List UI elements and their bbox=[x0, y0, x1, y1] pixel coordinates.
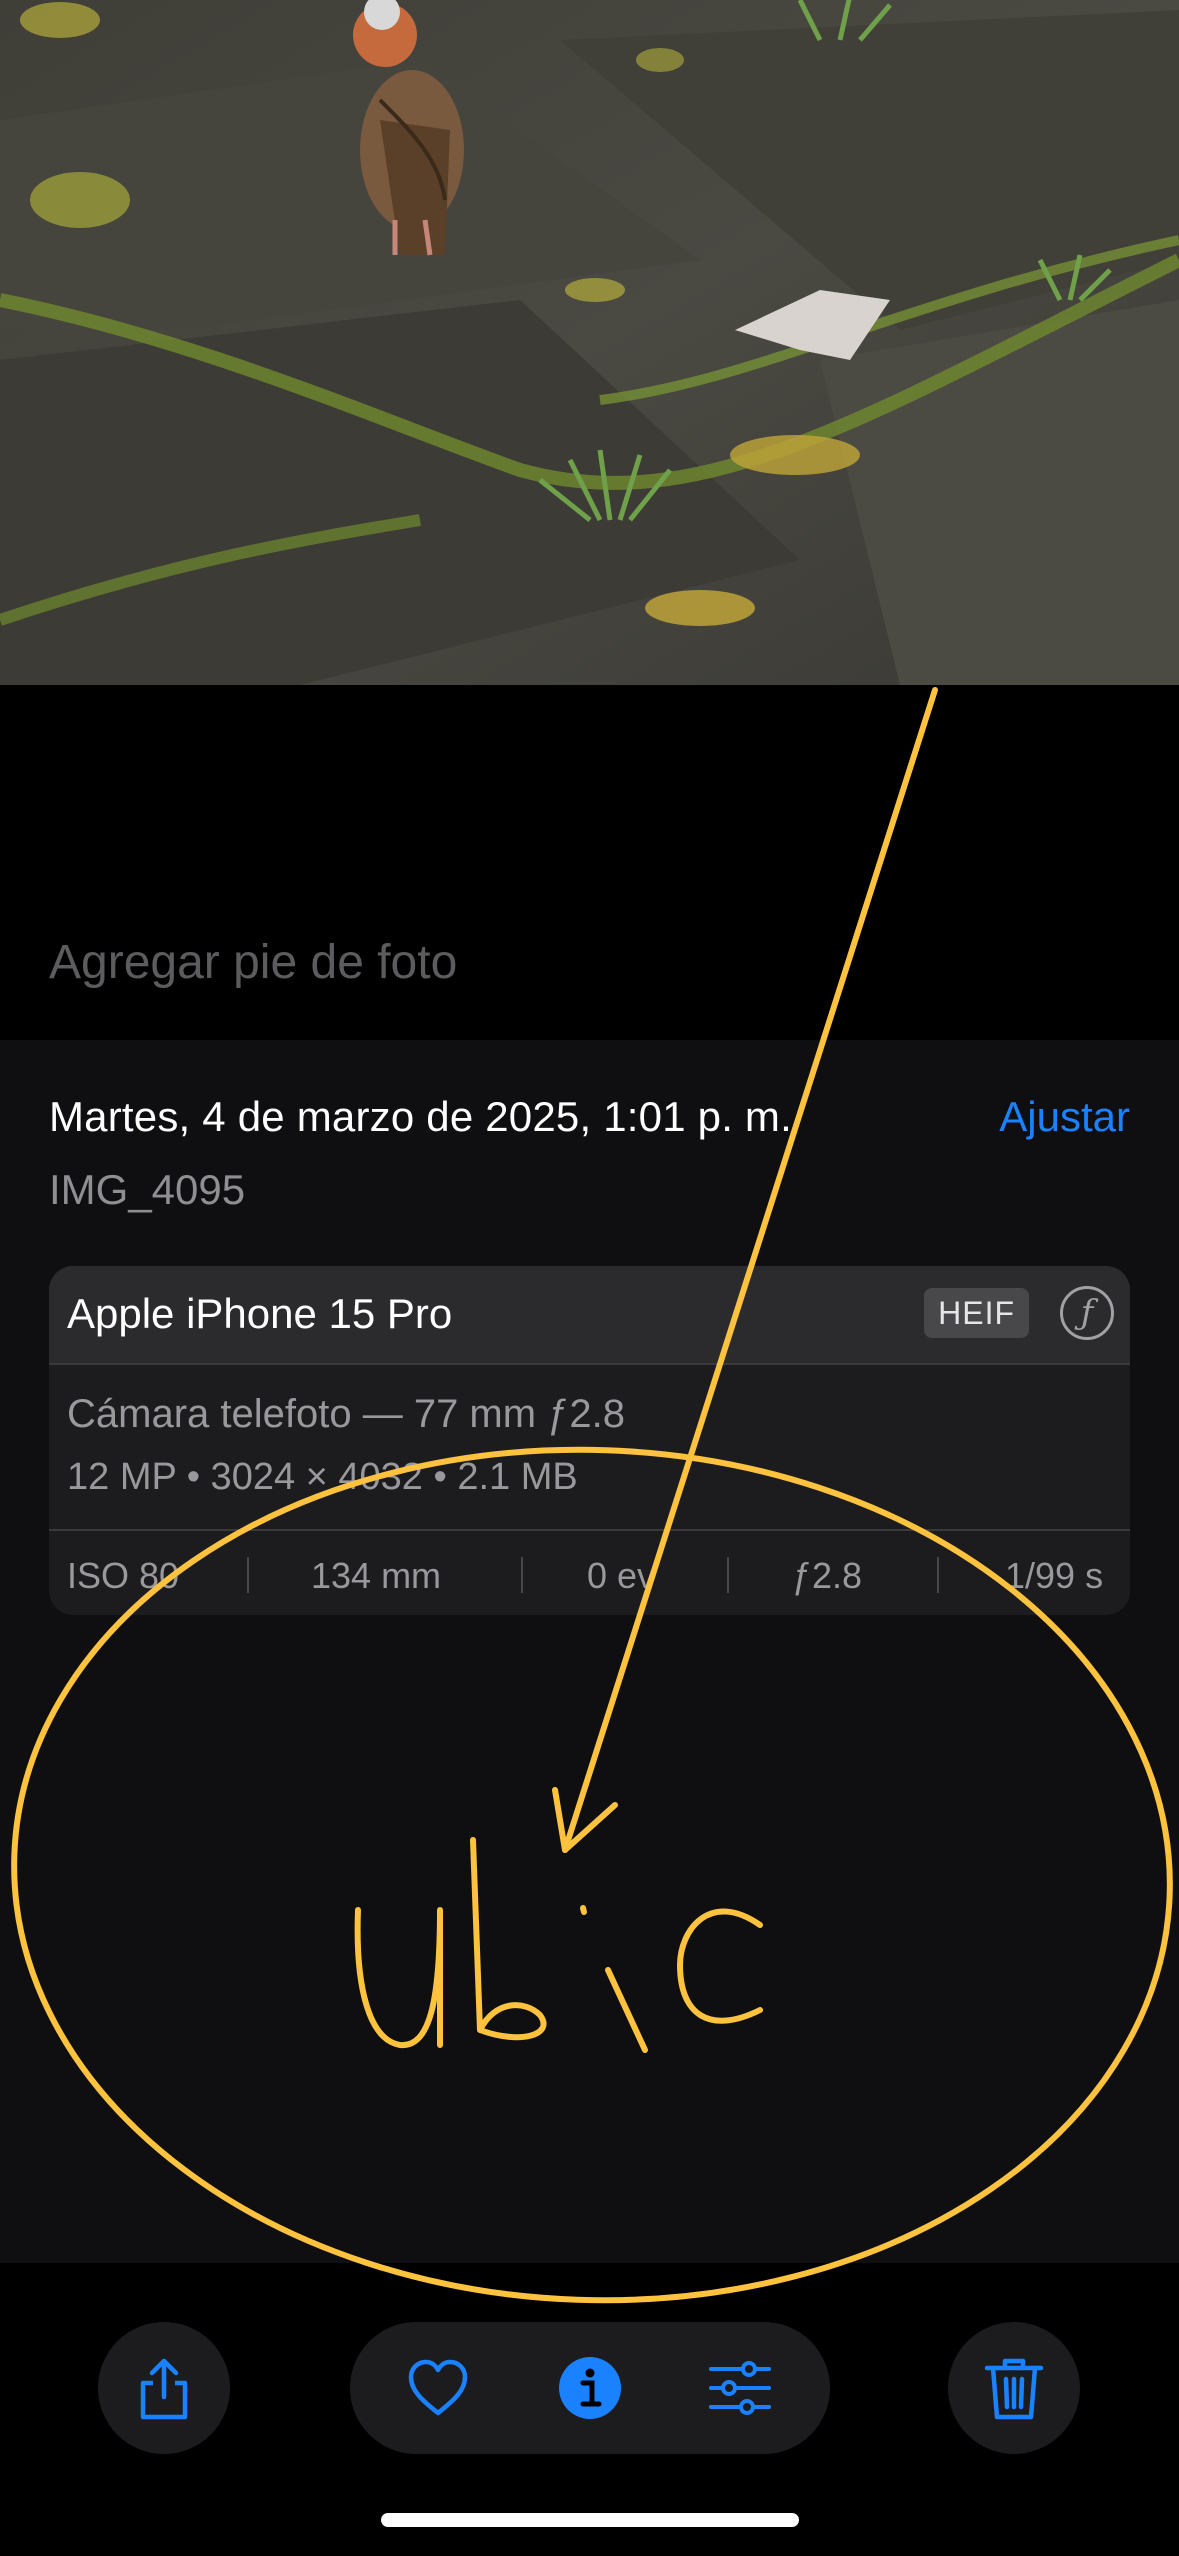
format-badge: HEIF bbox=[924, 1288, 1029, 1338]
share-icon bbox=[140, 2358, 188, 2420]
home-indicator[interactable] bbox=[381, 2513, 799, 2527]
share-button[interactable] bbox=[98, 2322, 230, 2454]
photo-image bbox=[0, 0, 1179, 685]
trash-icon bbox=[984, 2358, 1044, 2420]
aperture-f-icon: ƒ bbox=[1060, 1286, 1114, 1340]
device-name: Apple iPhone 15 Pro bbox=[67, 1290, 453, 1337]
info-panel: Martes, 4 de marzo de 2025, 1:01 p. m. A… bbox=[0, 1040, 1179, 2263]
caption-area: Agregar pie de foto bbox=[0, 685, 1179, 1040]
photo-date: Martes, 4 de marzo de 2025, 1:01 p. m. bbox=[49, 1093, 792, 1140]
photo-filename: IMG_4095 bbox=[49, 1166, 246, 1213]
image-specs: 12 MP • 3024 × 4032 • 2.1 MB bbox=[67, 1456, 578, 1498]
exif-divider bbox=[521, 1557, 523, 1593]
photo-actions-pill bbox=[350, 2322, 830, 2454]
lens-info: Cámara telefoto — 77 mm ƒ2.8 bbox=[67, 1392, 626, 1436]
adjust-icon[interactable] bbox=[707, 2355, 773, 2421]
camera-info-card: Apple iPhone 15 Pro HEIF ƒ Cámara telefo… bbox=[49, 1266, 1130, 1615]
exif-iso: ISO 80 bbox=[67, 1555, 180, 1596]
caption-field[interactable]: Agregar pie de foto bbox=[49, 935, 457, 990]
heart-icon[interactable] bbox=[405, 2355, 471, 2421]
exif-divider bbox=[247, 1557, 249, 1593]
exif-row: ISO 80 134 mm 0 ev ƒ2.8 1/99 s bbox=[49, 1529, 1130, 1615]
exif-divider bbox=[727, 1557, 729, 1593]
camera-card-header: Apple iPhone 15 Pro HEIF ƒ bbox=[49, 1266, 1130, 1365]
exif-aperture: ƒ2.8 bbox=[792, 1555, 863, 1596]
adjust-button[interactable]: Ajustar bbox=[999, 1093, 1130, 1141]
delete-button[interactable] bbox=[948, 2322, 1080, 2454]
photo-view[interactable] bbox=[0, 0, 1179, 685]
exif-divider bbox=[937, 1557, 939, 1593]
exif-shutter-speed: 1/99 s bbox=[1005, 1555, 1104, 1596]
info-icon[interactable] bbox=[557, 2355, 623, 2421]
exif-exposure-bias: 0 ev bbox=[587, 1555, 656, 1596]
exif-focal-length: 134 mm bbox=[311, 1555, 442, 1596]
